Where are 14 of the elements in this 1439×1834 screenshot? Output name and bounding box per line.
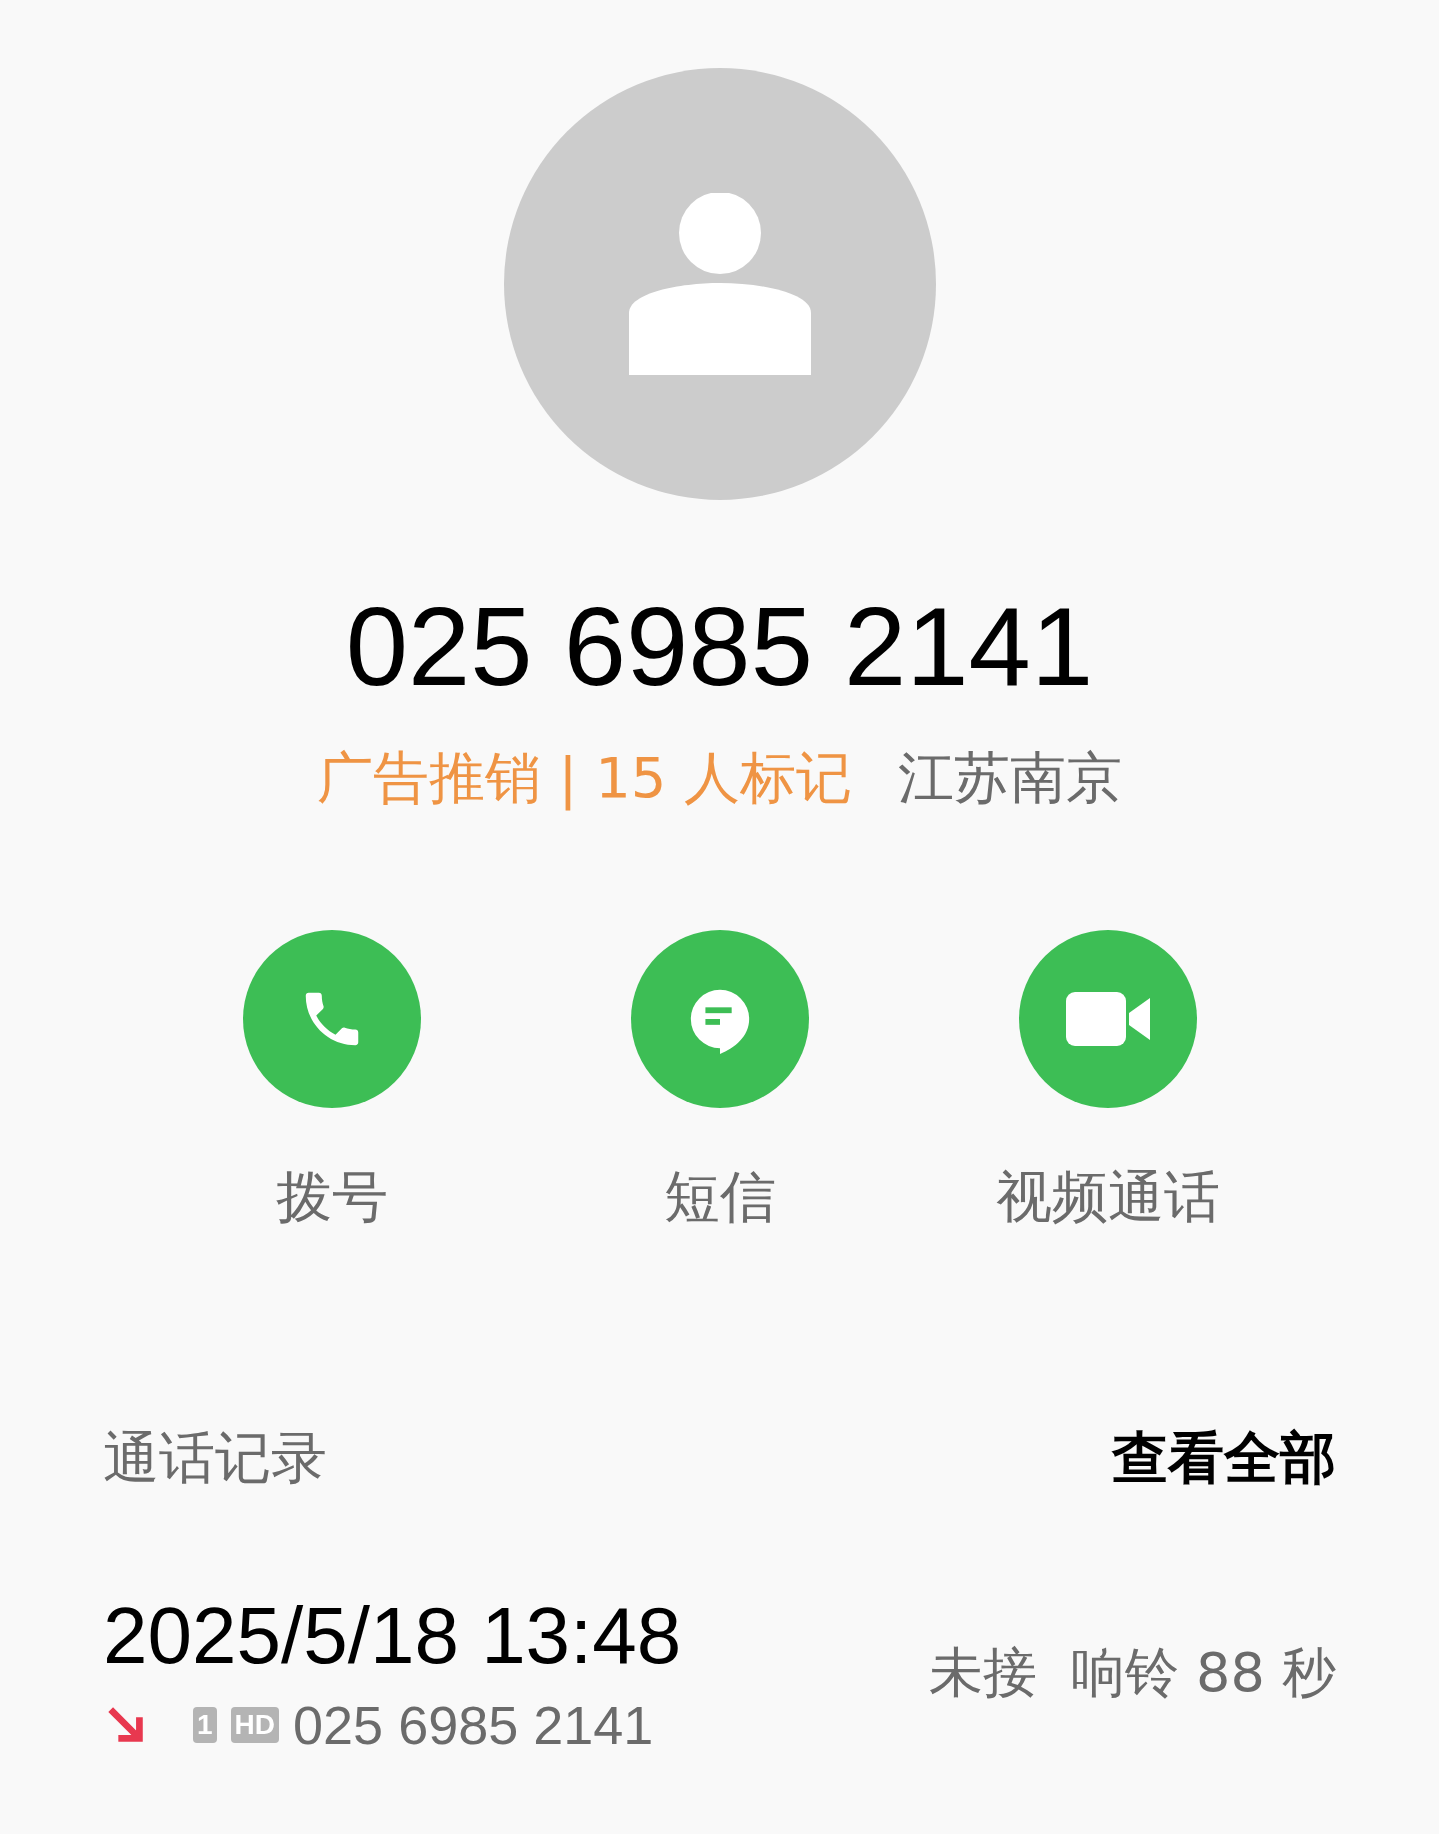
action-label: 视频通话: [995, 1162, 1220, 1231]
section-title: 通话记录: [103, 1423, 327, 1492]
call-number: 025 6985 2141: [293, 1693, 654, 1756]
action-label: 短信: [663, 1162, 776, 1231]
call-status: 未接 响铃 88 秒: [928, 1640, 1336, 1707]
spam-tag: 广告推销 | 15 人标记: [316, 744, 853, 812]
person-silhouette-icon: [628, 193, 811, 375]
sim-badge: 1: [193, 1706, 217, 1743]
location: 江苏南京: [898, 744, 1123, 812]
phone-number: 025 6985 2141: [345, 583, 1094, 711]
hd-badge: HD: [230, 1706, 280, 1743]
view-all-link[interactable]: 查看全部: [1112, 1420, 1336, 1497]
action-label: 拨号: [275, 1162, 388, 1231]
call-datetime: 2025/5/18 13:48: [103, 1591, 682, 1680]
